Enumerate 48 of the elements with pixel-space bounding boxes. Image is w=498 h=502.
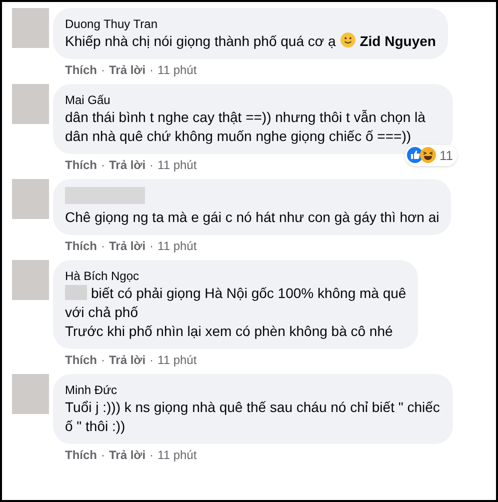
reaction-count: 11 [440, 146, 453, 164]
like-link[interactable]: Thích [65, 62, 97, 78]
like-link[interactable]: Thích [65, 447, 97, 463]
reply-link[interactable]: Trả lời [109, 62, 146, 78]
author-name[interactable]: Minh Đức [65, 382, 441, 398]
smiley-icon [340, 32, 356, 48]
separator-dot: · [101, 238, 105, 254]
separator-dot: · [101, 352, 105, 368]
separator-dot: · [101, 447, 105, 463]
timestamp: 11 phút [158, 447, 197, 463]
avatar[interactable] [12, 84, 49, 124]
laughing-reaction-icon [420, 147, 436, 164]
timestamp: 11 phút [158, 157, 197, 173]
avatar[interactable] [12, 374, 49, 414]
comment-text: Tuổi j :))) k ns giọng nhà quê thế sau cháu nó chỉ biết " chiếc ố " thôi :)) [65, 399, 440, 434]
blurred-block [65, 285, 87, 300]
mention-link[interactable]: Zid Nguyen [360, 33, 436, 49]
timestamp: 11 phút [158, 62, 197, 78]
comment-text: Trước khi phố nhìn lại xem có phèn không bà cô nhé [65, 322, 394, 341]
avatar[interactable] [12, 8, 49, 48]
comment-text: biết có phải giọng Hà Nội gốc 100% không mà quê [91, 285, 406, 301]
avatar[interactable] [12, 260, 49, 300]
separator-dot: · [150, 238, 154, 254]
author-name[interactable]: Duong Thuy Tran [65, 16, 436, 32]
reaction-badge[interactable]: 11 [404, 144, 457, 166]
like-link[interactable]: Thích [65, 157, 97, 173]
separator-dot: · [150, 157, 154, 173]
separator-dot: · [150, 447, 154, 463]
reply-link[interactable]: Trả lời [109, 238, 146, 254]
separator-dot: · [150, 62, 154, 78]
author-name[interactable]: Hà Bích Ngọc [65, 268, 406, 284]
comment-text: dân thái bình t nghe cay thật ==)) nhưng thôi t vẫn chọn là dân nhà quê chứ không muốn nghe giọng chiếc ố ===)) [65, 109, 426, 144]
comment-text: với chả phố [65, 303, 140, 322]
reply-link[interactable]: Trả lời [109, 157, 146, 173]
comment-text: Khiếp nhà chị nói giọng thành phố quá cơ ạ [65, 33, 336, 49]
like-link[interactable]: Thích [65, 352, 97, 368]
like-reaction-icon [406, 147, 422, 164]
reply-link[interactable]: Trả lời [109, 447, 146, 463]
separator-dot: · [101, 157, 105, 173]
avatar[interactable] [12, 179, 49, 219]
author-name[interactable]: Mai Gấu [65, 92, 441, 108]
timestamp: 11 phút [158, 352, 197, 368]
separator-dot: · [150, 352, 154, 368]
separator-dot: · [101, 62, 105, 78]
reply-link[interactable]: Trả lời [109, 352, 146, 368]
comment-text: Chê giọng ng ta mà e gái c nó hát như con gà gáy thì hơn ai [65, 209, 440, 225]
like-link[interactable]: Thích [65, 238, 97, 254]
timestamp: 11 phút [158, 238, 197, 254]
